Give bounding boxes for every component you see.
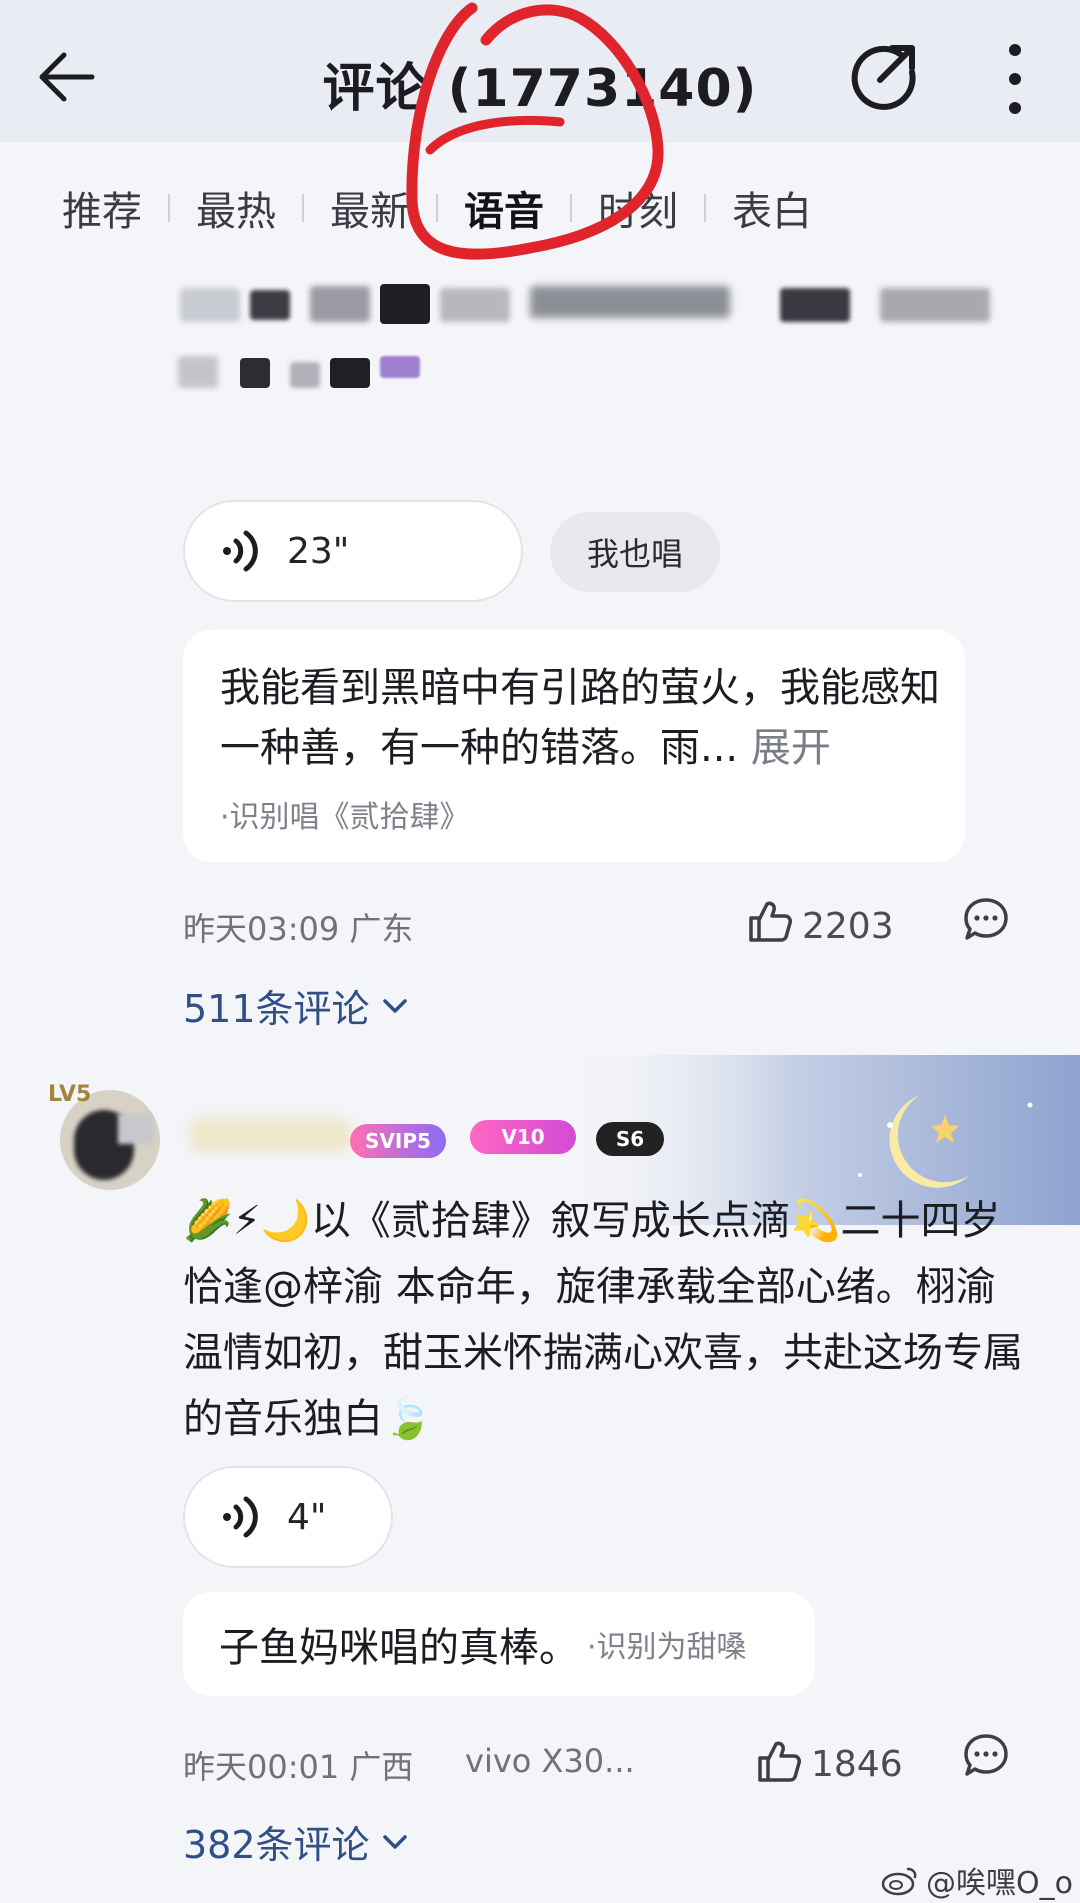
chevron-down-icon <box>382 998 407 1013</box>
watermark-text: @唉嘿O_o <box>926 1866 1073 1901</box>
like-count: 1846 <box>811 1744 903 1785</box>
voice-wave-icon <box>223 530 258 572</box>
lyric-text: 我能看到黑暗中有引路的萤火，我能感知一种善，有一种的错落。雨... 展开 <box>220 665 940 771</box>
voice-type-label: ·识别为甜嗓 <box>587 1630 747 1665</box>
tab-divider <box>168 194 170 222</box>
comment-text: 🌽⚡🌙以《贰拾肆》叙写成长点滴💫二十四岁恰逢@梓渝 本命年，旋律承载全部心绪。栩… <box>183 1198 1023 1442</box>
expand-link[interactable]: 展开 <box>751 725 831 771</box>
season-badge: S6 <box>596 1122 664 1156</box>
weibo-logo-icon <box>881 1867 917 1896</box>
tab-divider <box>302 194 304 222</box>
chevron-down-icon <box>382 1834 407 1849</box>
replies-count: 382条评论 <box>183 1823 370 1867</box>
tab-divider <box>570 194 572 222</box>
recognized-song: ·识别唱《贰拾肆》 <box>220 800 470 835</box>
comment-time-location: 昨天00:01 广西 <box>183 1748 414 1786</box>
comment-time-location: 昨天03:09 广东 <box>183 910 414 948</box>
tab-divider <box>704 194 706 222</box>
vip-level-badge: V10 <box>470 1120 576 1154</box>
voice-duration: 4" <box>287 1496 327 1538</box>
more-vertical-icon[interactable] <box>1000 40 1030 118</box>
watermark: @唉嘿O_o <box>880 1858 1073 1902</box>
voice-duration: 23" <box>287 530 350 572</box>
tab-confession[interactable]: 表白 <box>732 179 812 237</box>
recognized-text: 子鱼妈咪唱的真棒。 <box>219 1625 579 1671</box>
level-badge: LV5 <box>48 1082 92 1107</box>
view-replies-link[interactable]: 511条评论 <box>183 978 412 1033</box>
lyric-recognition-card: 我能看到黑暗中有引路的萤火，我能感知一种善，有一种的错落。雨... 展开 ·识别… <box>183 630 965 862</box>
comment-bubble-icon[interactable] <box>962 896 1010 944</box>
tab-newest[interactable]: 最新 <box>330 179 410 237</box>
svip-badge: SVIP5 <box>350 1124 446 1158</box>
thumbs-up-icon[interactable] <box>747 898 793 944</box>
comment-tabs: 推荐 最热 最新 语音 时刻 表白 <box>62 178 812 238</box>
tab-moments[interactable]: 时刻 <box>598 179 678 237</box>
sing-along-button[interactable]: 我也唱 <box>550 512 720 592</box>
share-icon[interactable] <box>846 38 922 114</box>
tab-voice[interactable]: 语音 <box>464 179 544 237</box>
comment-bubble-icon[interactable] <box>962 1732 1010 1780</box>
tab-recommended[interactable]: 推荐 <box>62 179 142 237</box>
tab-divider <box>436 194 438 222</box>
voice-message-player[interactable]: 23" <box>183 500 523 602</box>
blurred-username <box>190 1118 350 1152</box>
like-count: 2203 <box>802 906 894 947</box>
replies-count: 511条评论 <box>183 987 370 1031</box>
tab-hottest[interactable]: 最热 <box>196 179 276 237</box>
voice-message-player[interactable]: 4" <box>183 1466 393 1568</box>
voice-recognition-card: 子鱼妈咪唱的真棒。 ·识别为甜嗓 <box>183 1592 815 1696</box>
thumbs-up-icon[interactable] <box>756 1738 802 1784</box>
device-name: vivo X30... <box>465 1742 635 1780</box>
view-replies-link[interactable]: 382条评论 <box>183 1814 412 1869</box>
blurred-text <box>178 278 1010 418</box>
voice-wave-icon <box>223 1496 258 1538</box>
